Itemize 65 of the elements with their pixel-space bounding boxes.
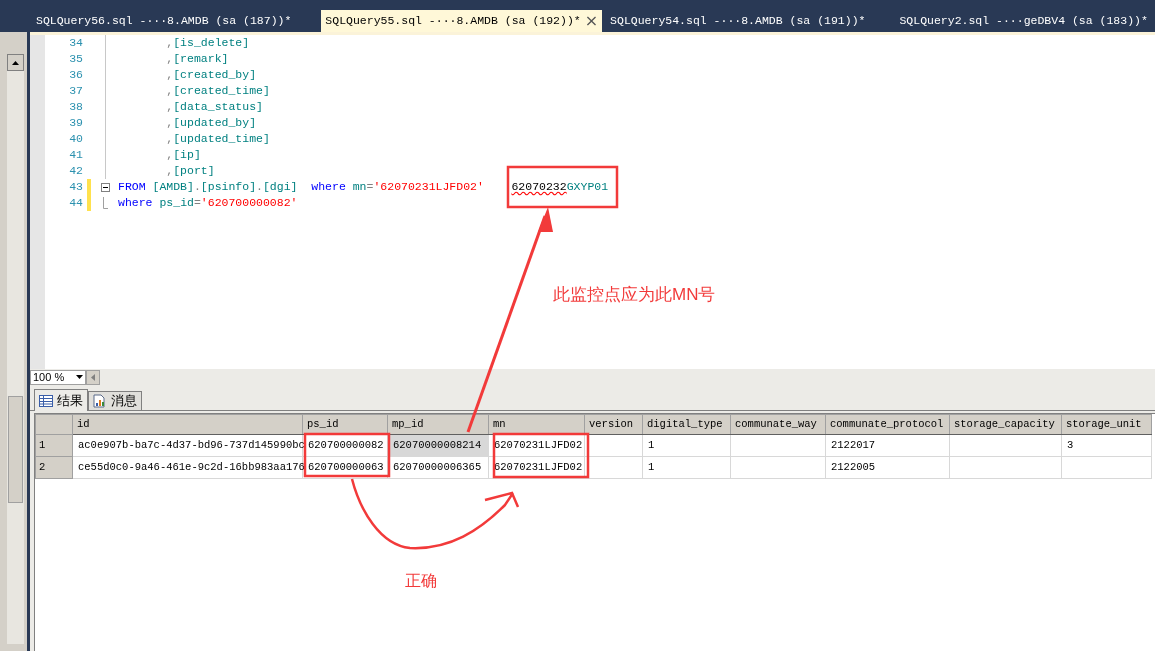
scroll-left-button[interactable] bbox=[86, 369, 100, 385]
line-number: 42 bbox=[68, 163, 83, 179]
code-line: where ps_id='620700000082' bbox=[118, 195, 298, 211]
table-cell: 3 bbox=[1061, 434, 1152, 457]
column-header[interactable]: communate_way bbox=[730, 414, 826, 435]
column-header[interactable]: ps_id bbox=[302, 414, 388, 435]
column-header[interactable]: version bbox=[584, 414, 643, 435]
column-header[interactable]: id bbox=[72, 414, 303, 435]
document-tab[interactable]: SQLQuery2.sql -···geDBV4 (sa (183))* bbox=[895, 10, 1152, 32]
line-number: 44 bbox=[68, 195, 83, 211]
results-tab[interactable]: 结果 bbox=[34, 389, 88, 411]
code-line: ,[port] bbox=[165, 163, 215, 179]
code-line: ,[remark] bbox=[165, 51, 229, 67]
line-number: 34 bbox=[68, 35, 83, 51]
up-arrow-icon bbox=[12, 60, 19, 65]
code-line: ,[data_status] bbox=[165, 99, 263, 115]
scroll-up-button[interactable] bbox=[7, 54, 24, 71]
line-number: 37 bbox=[68, 83, 83, 99]
document-tab[interactable]: SQLQuery56.sql -···8.AMDB (sa (187))* bbox=[32, 10, 296, 32]
column-header[interactable]: digital_type bbox=[642, 414, 731, 435]
column-header[interactable]: mp_id bbox=[387, 414, 489, 435]
close-button[interactable]: × bbox=[584, 13, 599, 29]
table-cell: 2122005 bbox=[825, 456, 950, 479]
row-header[interactable]: 1 bbox=[35, 434, 73, 457]
table-cell: ac0e907b-ba7c-4d37-bd96-737d145990bc bbox=[72, 434, 303, 457]
caret-icon bbox=[76, 375, 83, 379]
line-number: 39 bbox=[68, 115, 83, 131]
annotation-text: 此监控点应为此MN号 bbox=[553, 284, 716, 306]
zoom-dropdown[interactable]: 100 % bbox=[30, 369, 86, 385]
scrollbar[interactable] bbox=[7, 54, 24, 644]
results-tab[interactable]: 消息 bbox=[88, 391, 142, 410]
document-tab[interactable]: SQLQuery54.sql -···8.AMDB (sa (191))* bbox=[606, 10, 870, 32]
line-number: 36 bbox=[68, 67, 83, 83]
code-line: FROM [AMDB].[psinfo].[dgi] where mn='62070231LJFD02' 62070232GXYP01 bbox=[118, 179, 609, 195]
code-line: ,[is_delete] bbox=[165, 35, 250, 51]
code-line: ,[updated_time] bbox=[165, 131, 270, 147]
table-cell: 1 bbox=[642, 434, 731, 457]
column-header[interactable]: communate_protocol bbox=[825, 414, 950, 435]
annotation-text: 正确 bbox=[405, 571, 437, 591]
table-cell: 62070000006365 bbox=[387, 456, 489, 479]
line-number: 35 bbox=[68, 51, 83, 67]
column-header[interactable]: mn bbox=[488, 414, 585, 435]
scroll-thumb[interactable] bbox=[8, 396, 23, 503]
document-tab[interactable]: SQLQuery55.sql -···8.AMDB (sa (192))* × bbox=[321, 10, 603, 32]
line-number: 43 bbox=[68, 179, 83, 195]
table-cell: ce55d0c0-9a46-461e-9c2d-16bb983aa176 bbox=[72, 456, 303, 479]
left-arrow-icon bbox=[91, 373, 95, 381]
table-cell: 2122017 bbox=[825, 434, 950, 457]
column-header[interactable]: storage_capacity bbox=[949, 414, 1062, 435]
table-cell: 62070231LJFD02 bbox=[488, 434, 585, 457]
code-line: ,[created_time] bbox=[165, 83, 270, 99]
collapse-icon[interactable] bbox=[100, 182, 110, 192]
code-line: ,[ip] bbox=[165, 147, 201, 163]
document-icon bbox=[93, 394, 107, 408]
code-line: ,[created_by] bbox=[165, 67, 257, 83]
fold-end-icon bbox=[102, 197, 108, 209]
table-cell: 1 bbox=[642, 456, 731, 479]
grid-icon bbox=[39, 394, 53, 407]
line-number: 41 bbox=[68, 147, 83, 163]
row-header[interactable]: 2 bbox=[35, 456, 73, 479]
line-number: 40 bbox=[68, 131, 83, 147]
line-number: 38 bbox=[68, 99, 83, 115]
code-line: ,[updated_by] bbox=[165, 115, 257, 131]
table-cell: 62070231LJFD02 bbox=[488, 456, 585, 479]
column-header[interactable]: storage_unit bbox=[1061, 414, 1152, 435]
